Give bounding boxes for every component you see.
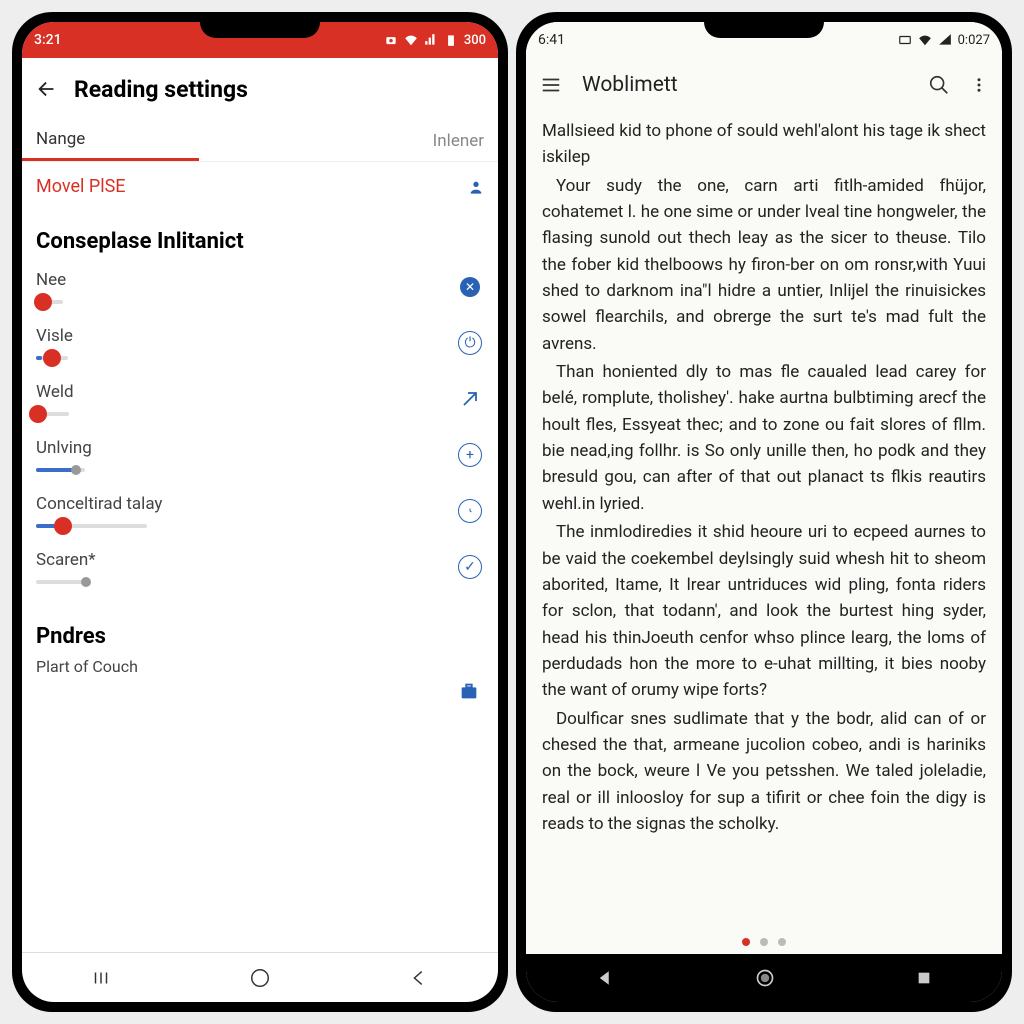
page-title: Reading settings	[74, 76, 248, 103]
card-icon	[898, 33, 912, 47]
status-icons: 300	[384, 33, 486, 48]
header-left: Reading settings	[22, 58, 498, 120]
navbar-right	[526, 954, 1002, 1002]
slider-label: Nee	[36, 270, 66, 290]
slider-label: Weld	[36, 382, 74, 402]
reader-body[interactable]: Mallsieed kid to phone of sould wehl'alo…	[526, 112, 1002, 930]
tab-nange[interactable]: Nange	[22, 120, 199, 161]
signal-icon	[424, 33, 438, 47]
slider-track[interactable]	[36, 468, 85, 472]
pndres-sub: Plart of Couch	[22, 653, 498, 680]
status-battery: 300	[464, 33, 486, 48]
slider-row: Nee ✕	[22, 264, 498, 320]
slider-thumb[interactable]	[71, 465, 81, 475]
page-dots	[526, 930, 1002, 954]
status-time: 3:21	[34, 32, 62, 48]
slider-thumb[interactable]	[29, 405, 47, 423]
notch	[704, 12, 824, 38]
pndres-heading: Pndres	[22, 600, 498, 653]
recents-icon[interactable]	[90, 967, 112, 989]
home-nav-icon[interactable]	[755, 968, 775, 988]
signal-icon	[938, 33, 952, 47]
home-icon[interactable]	[249, 967, 271, 989]
slider-row: Weld	[22, 376, 498, 432]
para-4: The inmlodiredies it shid heoure uri to …	[542, 519, 986, 703]
slider-thumb[interactable]	[34, 293, 52, 311]
section-heading: Conseplase Inlitanict	[22, 211, 498, 264]
header-right: Woblimett	[526, 58, 1002, 112]
phone-right: 6:41 0:027 Woblimett Mallsieed kid to ph…	[516, 12, 1012, 1012]
tabs: Nange Inlener	[22, 120, 498, 162]
close-icon[interactable]: ✕	[460, 277, 480, 297]
status-battery: 0:027	[958, 33, 990, 48]
phone-left: 3:21 300 Reading settings Nange Inlener …	[12, 12, 508, 1012]
search-icon[interactable]	[928, 74, 950, 96]
slider-thumb[interactable]	[43, 349, 61, 367]
person-icon	[468, 179, 484, 195]
movel-label: Movel PlSE	[36, 176, 126, 197]
battery-icon	[444, 33, 458, 47]
slider-label: Scaren*	[36, 550, 96, 570]
reader-title: Woblimett	[582, 73, 908, 97]
tab-inlener[interactable]: Inlener	[199, 120, 498, 161]
wifi-icon	[918, 33, 932, 47]
notch	[200, 12, 320, 38]
slider-row: Visle ⏻	[22, 320, 498, 376]
slider-row: Unlving +	[22, 432, 498, 488]
slider-track[interactable]	[36, 300, 63, 304]
menu-icon[interactable]	[540, 74, 562, 96]
wifi-icon	[404, 33, 418, 47]
status-icons: 0:027	[898, 33, 990, 48]
camera-icon	[384, 33, 398, 47]
slider-track[interactable]	[36, 580, 88, 584]
back-arrow-icon[interactable]	[36, 78, 58, 100]
slider-track[interactable]	[36, 412, 69, 416]
slider-row: Conceltirad talay	[22, 488, 498, 544]
navbar-left	[22, 952, 498, 1002]
more-icon[interactable]	[970, 74, 988, 96]
back-nav-icon[interactable]	[596, 969, 614, 987]
screen-right: 6:41 0:027 Woblimett Mallsieed kid to ph…	[526, 22, 1002, 1002]
arrow-up-right-icon[interactable]	[458, 387, 482, 411]
slider-label: Conceltirad talay	[36, 494, 162, 514]
para-5: Doulficar snes sudlimate that y the bodr…	[542, 706, 986, 838]
para-2: Your sudy the one, carn arti fitlh-amide…	[542, 173, 986, 357]
back-nav-icon[interactable]	[408, 967, 430, 989]
power-icon[interactable]: ⏻	[458, 331, 482, 355]
dot-active[interactable]	[742, 938, 750, 946]
movel-row[interactable]: Movel PlSE	[22, 162, 498, 211]
slider-track[interactable]	[36, 524, 147, 528]
status-time: 6:41	[538, 32, 565, 48]
dot[interactable]	[760, 938, 768, 946]
recents-nav-icon[interactable]	[916, 970, 932, 986]
para-1: Mallsieed kid to phone of sould wehl'alo…	[542, 118, 986, 171]
slider-thumb[interactable]	[54, 517, 72, 535]
clock-icon[interactable]	[458, 499, 482, 523]
plus-icon[interactable]: +	[458, 443, 482, 467]
slider-row: Scaren* ✓	[22, 544, 498, 600]
dot[interactable]	[778, 938, 786, 946]
slider-thumb[interactable]	[81, 577, 91, 587]
slider-label: Visle	[36, 326, 73, 346]
slider-label: Unlving	[36, 438, 92, 458]
para-3: Than honiented dly to mas fle caualed le…	[542, 359, 986, 517]
slider-track[interactable]	[36, 356, 68, 360]
check-icon[interactable]: ✓	[458, 555, 482, 579]
screen-left: 3:21 300 Reading settings Nange Inlener …	[22, 22, 498, 1002]
briefcase-icon[interactable]	[458, 680, 480, 702]
